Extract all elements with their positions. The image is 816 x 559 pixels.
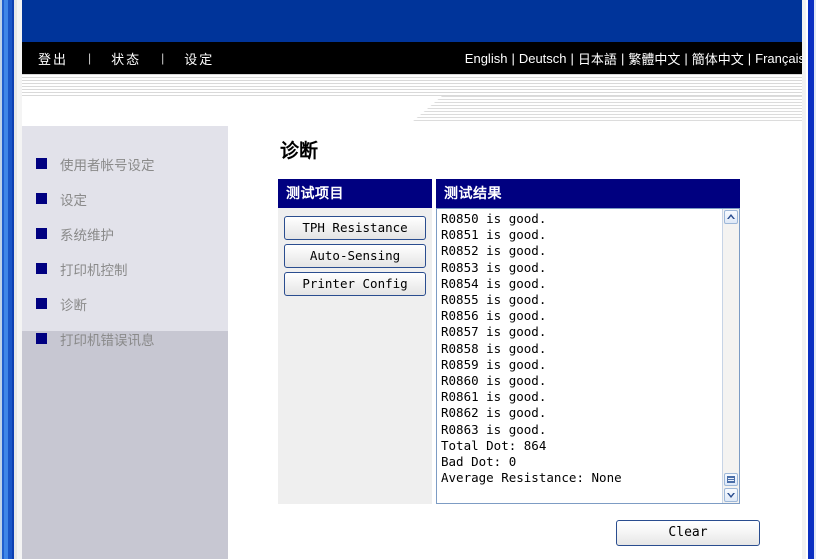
top-navigation-bar: 登出 | 状态 | 设定 English | Deutsch | 日本語 | 繁…: [22, 42, 802, 74]
sidebar-item-label: 打印机控制: [60, 259, 128, 279]
sidebar-item-label: 打印机错误讯息: [60, 329, 155, 349]
language-link-japanese[interactable]: 日本語: [575, 49, 620, 68]
test-results-panel: 测试结果 R0850 is good. R0851 is good. R0852…: [436, 179, 740, 504]
nav-separator: |: [70, 51, 109, 65]
test-items-panel: 测试项目 TPH Resistance Auto-Sensing Printer…: [278, 179, 432, 504]
scrollbar-grip-icon: [727, 476, 735, 483]
square-bullet-icon: [36, 193, 47, 204]
scroll-down-arrow-icon[interactable]: [724, 488, 738, 502]
square-bullet-icon: [36, 158, 47, 169]
scrollbar-thumb[interactable]: [724, 473, 738, 486]
square-bullet-icon: [36, 228, 47, 239]
clear-button-row: Clear: [278, 520, 778, 546]
sidebar-item-label: 使用者帐号设定: [60, 154, 155, 174]
square-bullet-icon: [36, 333, 47, 344]
results-scrollbar[interactable]: [722, 209, 739, 503]
sidebar-item-label: 设定: [60, 189, 87, 209]
page-title: 诊断: [280, 136, 778, 163]
nav-status[interactable]: 状态: [109, 49, 143, 68]
top-blue-banner: [22, 0, 802, 42]
square-bullet-icon: [36, 298, 47, 309]
language-link-francais[interactable]: Français: [752, 51, 802, 66]
language-link-english[interactable]: English: [462, 51, 511, 66]
browser-frame-right-edge: [802, 0, 816, 559]
language-link-traditional-chinese[interactable]: 繁體中文: [625, 49, 683, 68]
sidebar-item-user-account-settings[interactable]: 使用者帐号设定: [22, 146, 228, 181]
sidebar-item-printer-error-messages[interactable]: 打印机错误讯息: [22, 321, 228, 356]
diagnostics-panels: 测试项目 TPH Resistance Auto-Sensing Printer…: [278, 179, 778, 504]
auto-sensing-button[interactable]: Auto-Sensing: [284, 244, 426, 268]
test-items-panel-header: 测试项目: [278, 179, 432, 208]
language-link-deutsch[interactable]: Deutsch: [516, 51, 570, 66]
page-canvas: 登出 | 状态 | 设定 English | Deutsch | 日本語 | 繁…: [22, 0, 802, 559]
square-bullet-icon: [36, 263, 47, 274]
printer-config-button[interactable]: Printer Config: [284, 272, 426, 296]
test-results-text: R0850 is good. R0851 is good. R0852 is g…: [441, 211, 717, 486]
sidebar-item-label: 系统维护: [60, 224, 114, 244]
sidebar-item-printer-control[interactable]: 打印机控制: [22, 251, 228, 286]
sidebar: 使用者帐号设定 设定 系统维护 打印机控制 诊断 打印机错误讯息: [22, 126, 228, 559]
test-results-output[interactable]: R0850 is good. R0851 is good. R0852 is g…: [436, 208, 740, 504]
browser-frame-left-edge: [0, 0, 22, 559]
sidebar-item-system-maintenance[interactable]: 系统维护: [22, 216, 228, 251]
nav-separator: |: [143, 51, 182, 65]
sidebar-item-settings[interactable]: 设定: [22, 181, 228, 216]
test-items-panel-body: TPH Resistance Auto-Sensing Printer Conf…: [278, 208, 432, 504]
primary-nav-links: 登出 | 状态 | 设定: [36, 42, 216, 74]
main-content: 诊断 测试项目 TPH Resistance Auto-Sensing Prin…: [278, 136, 778, 546]
language-link-simplified-chinese[interactable]: 簡体中文: [689, 49, 747, 68]
header-stripe-wedge: [412, 96, 802, 122]
tph-resistance-button[interactable]: TPH Resistance: [284, 216, 426, 240]
sidebar-item-label: 诊断: [60, 294, 87, 314]
nav-logout[interactable]: 登出: [36, 49, 70, 68]
nav-settings[interactable]: 设定: [182, 49, 216, 68]
scroll-up-arrow-icon[interactable]: [724, 210, 738, 224]
sidebar-item-diagnostics[interactable]: 诊断: [22, 286, 228, 321]
clear-button[interactable]: Clear: [616, 520, 760, 546]
sidebar-nav-list: 使用者帐号设定 设定 系统维护 打印机控制 诊断 打印机错误讯息: [22, 126, 228, 331]
test-results-panel-header: 测试结果: [436, 179, 740, 208]
language-selector-bar: English | Deutsch | 日本語 | 繁體中文 | 簡体中文 | …: [462, 42, 802, 74]
header-stripe-band: [22, 74, 802, 96]
